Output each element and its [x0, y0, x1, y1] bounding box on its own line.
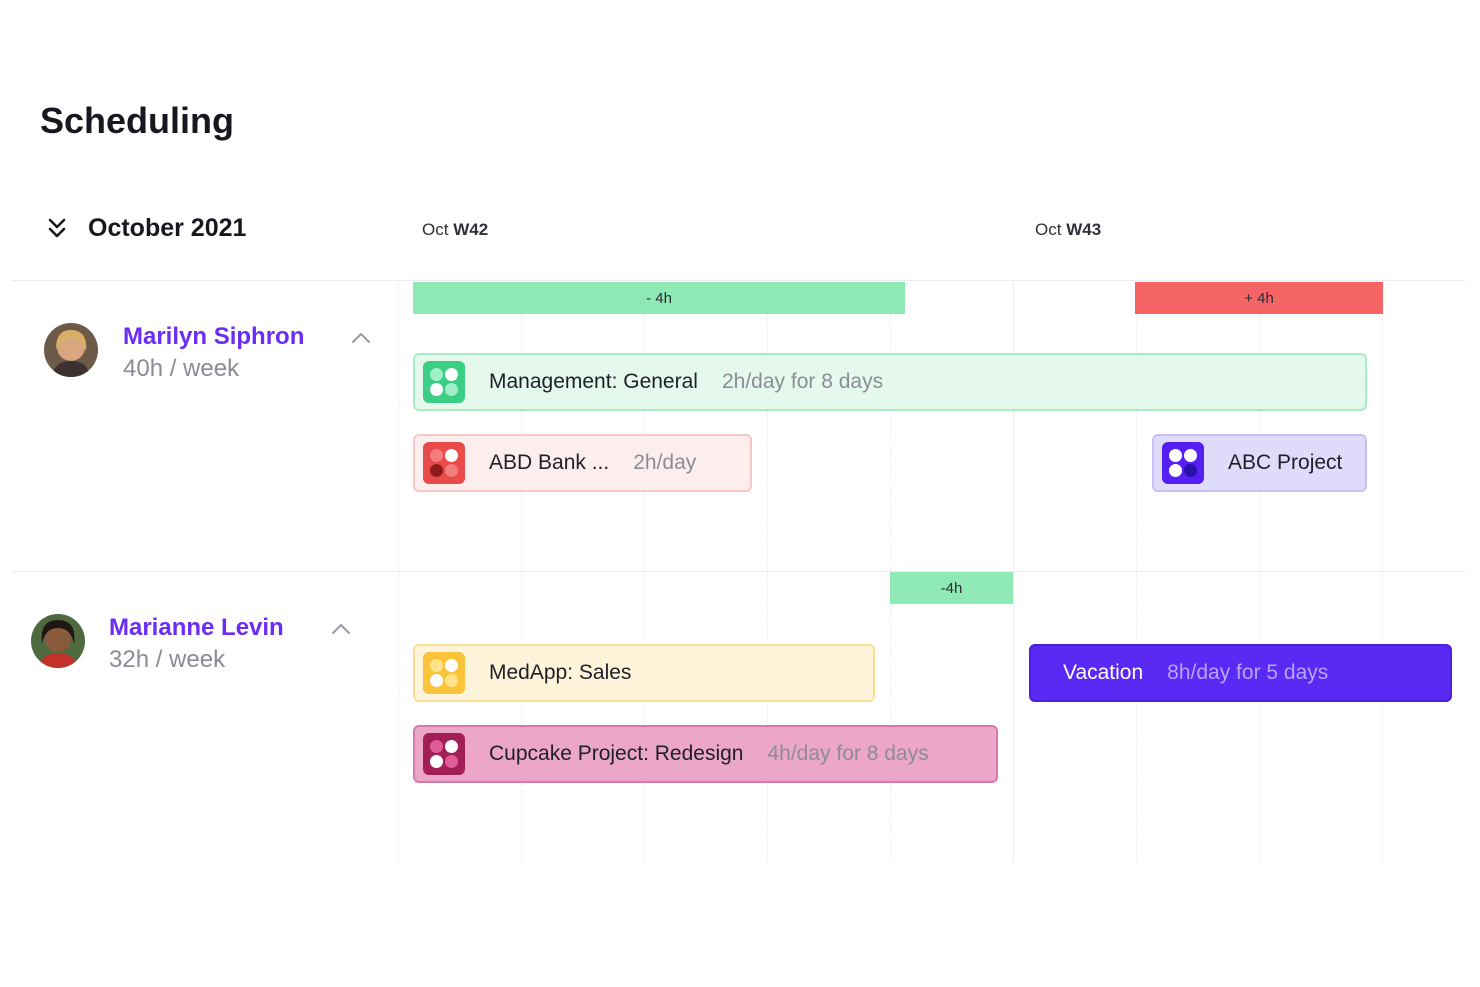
avatar: [31, 614, 85, 668]
task-meta: 4h/day for 8 days: [767, 742, 929, 765]
task-name: Management: General: [489, 370, 698, 393]
capacity-bar-over: + 4h: [1135, 282, 1383, 314]
project-tile-icon: [423, 733, 465, 775]
week-label-w43: Oct W43: [1035, 220, 1102, 239]
person-hours: 40h / week: [123, 355, 240, 382]
person-name[interactable]: Marilyn Siphron: [123, 323, 304, 351]
task-meta: 2h/day: [633, 451, 697, 474]
chevron-up-icon[interactable]: [350, 330, 372, 346]
task-cupcake-redesign[interactable]: Cupcake Project: Redesign 4h/day for 8 d…: [413, 725, 998, 783]
project-tile-icon: [423, 442, 465, 484]
page-title: Scheduling: [40, 100, 235, 141]
task-meta: 2h/day for 8 days: [721, 370, 884, 393]
capacity-bar-under: - 4h: [413, 282, 905, 314]
project-tile-icon: [423, 361, 465, 403]
project-tile-icon: [1162, 442, 1204, 484]
task-name: MedApp: Sales: [489, 661, 632, 684]
task-medapp-sales[interactable]: MedApp: Sales: [413, 644, 875, 702]
calendar-header: October 2021 Oct W42 Oct W43: [12, 195, 1466, 281]
task-abc-project[interactable]: ABC Project: [1152, 434, 1367, 492]
chevron-up-icon[interactable]: [330, 621, 352, 637]
task-management-general[interactable]: Management: General 2h/day for 8 days: [413, 353, 1367, 411]
row-separator: [12, 571, 1466, 572]
chevrons-down-icon[interactable]: [46, 215, 68, 241]
task-name: Vacation: [1063, 661, 1144, 684]
person-hours: 32h / week: [109, 646, 226, 673]
avatar: [44, 323, 98, 377]
week-label-w42: Oct W42: [422, 220, 489, 239]
task-meta: 8h/day for 5 days: [1167, 661, 1329, 684]
task-name: ABD Bank ...: [489, 451, 610, 474]
task-vacation[interactable]: Vacation 8h/day for 5 days: [1029, 644, 1452, 702]
task-name: Cupcake Project: Redesign: [489, 742, 744, 765]
month-label: October 2021: [88, 214, 247, 242]
person-name[interactable]: Marianne Levin: [109, 614, 284, 642]
task-name: ABC Project: [1228, 451, 1343, 474]
task-abd-bank[interactable]: ABD Bank ... 2h/day: [413, 434, 752, 492]
capacity-bar-under: -4h: [890, 572, 1013, 604]
project-tile-icon: [423, 652, 465, 694]
